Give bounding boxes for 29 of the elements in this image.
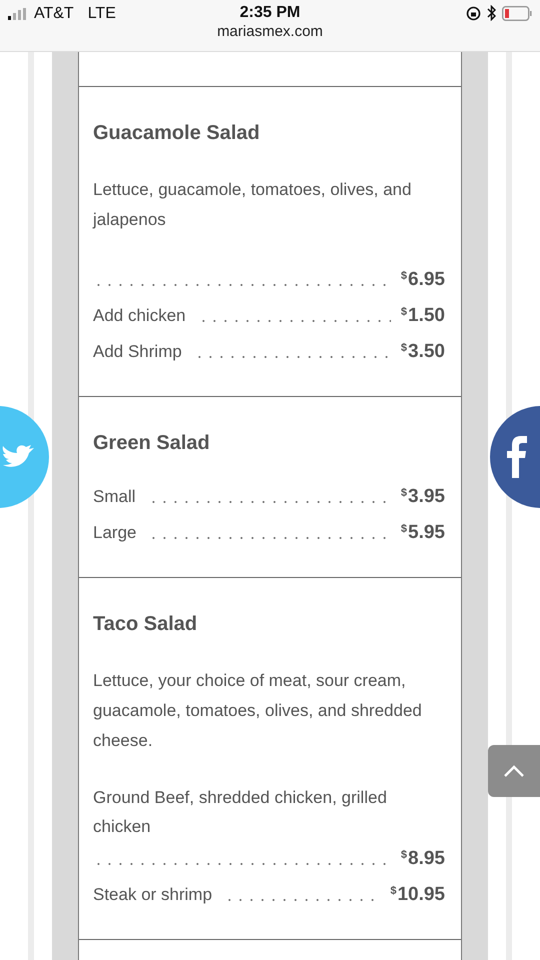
back-to-top-button[interactable] [488,745,540,797]
item-option: Small [93,487,136,507]
item-title: Green Salad [93,431,211,455]
item-price: $^{$}$5.95 [400,522,445,544]
item-price: $^{$}$3.95 [400,486,445,508]
item-price: $^{$}$6.95 [400,269,445,291]
carrier-label: AT&T [34,5,74,23]
item-option: Steak or shrimp [93,885,212,905]
clock: 2:35 PM [240,4,300,22]
item-price: $^{$}$8.95 [400,848,445,870]
f-logo-icon [506,436,528,478]
network-label: LTE [88,5,116,23]
bluetooth-icon [487,5,496,21]
item-price: $^{$}$1.50 [400,305,445,327]
item-title: Taco Salad [93,612,198,636]
item-title: Guacamole Salad [93,121,261,145]
url-label: mariasmex.com [217,23,323,40]
item-price: $^{$}$3.50 [400,341,445,363]
item-price: $^{$}$10.95 [390,884,445,906]
chevron-up-icon [504,765,524,777]
item-description: Lettuce, guacamole, tomatoes, olives, and jalapenos [93,179,412,231]
option-note: Ground Beef, shredded chicken, grilled chicken [93,787,388,838]
item-option: Large [93,523,136,543]
battery-icon [502,6,532,20]
rotation-lock-icon [466,6,481,20]
item-option: Add chicken [93,306,186,326]
item-description: Lettuce, your choice of meat, sour cream, guacamole, tomatoes, olives, and shredded cheese. [93,670,423,752]
item-option: Add Shrimp [93,342,182,362]
signal-icon [8,8,28,20]
